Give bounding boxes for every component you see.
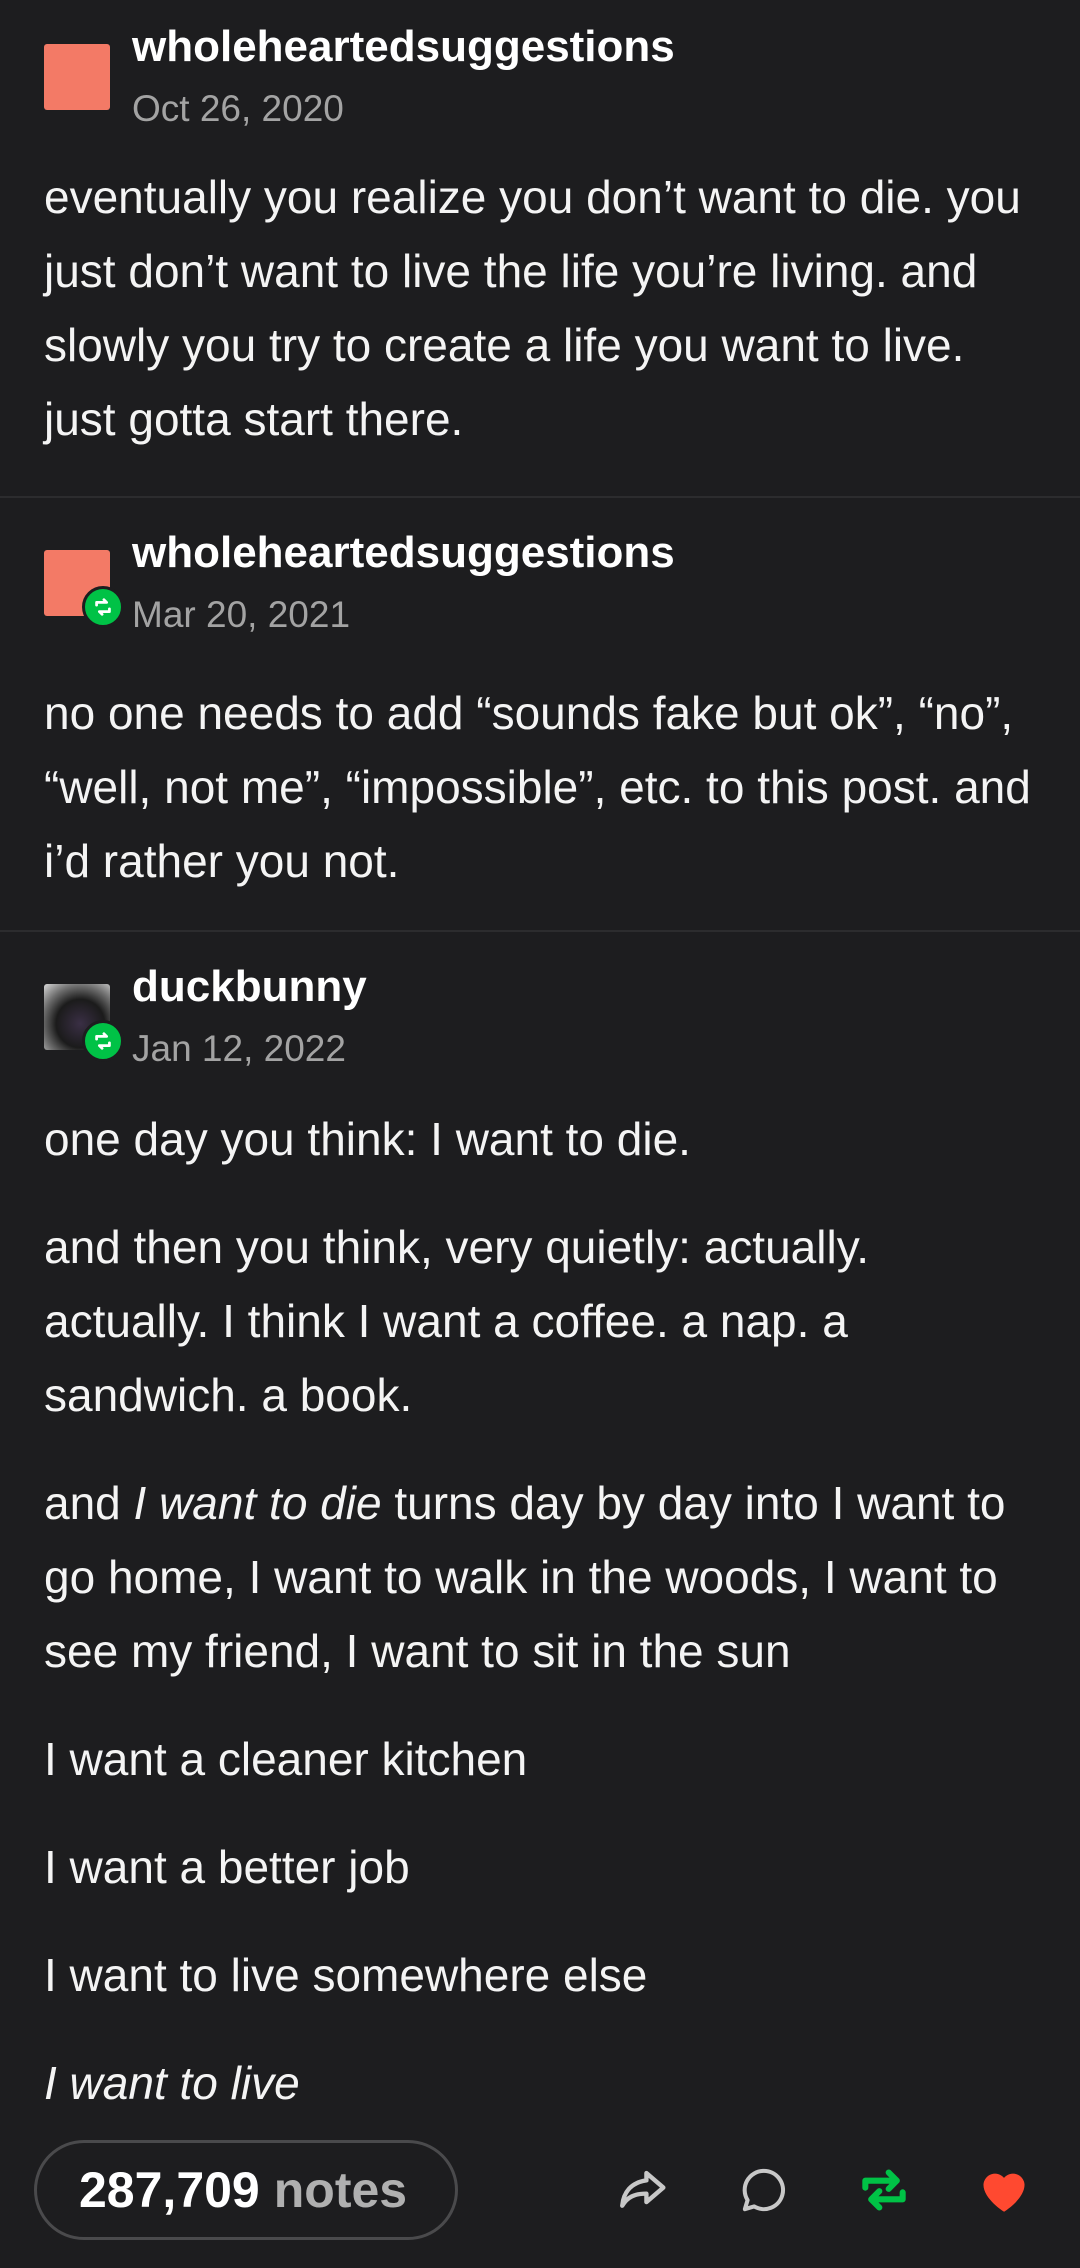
reblog-badge-icon	[82, 1020, 124, 1062]
post-original: wholeheartedsuggestions Oct 26, 2020 eve…	[0, 0, 1080, 498]
username[interactable]: duckbunny	[132, 962, 367, 1012]
italic-text: I want to live	[44, 2057, 300, 2109]
paragraph: I want to live somewhere else	[44, 1949, 648, 2001]
paragraph: I want a better job	[44, 1841, 410, 1893]
italic-text: I want to die	[133, 1477, 382, 1529]
reblog-icon[interactable]	[848, 2154, 920, 2226]
notes-button[interactable]: 287,709 notes	[34, 2140, 458, 2240]
post-reblog: duckbunny Jan 12, 2022 one day you think…	[0, 932, 1080, 2120]
paragraph: I want a cleaner kitchen	[44, 1733, 528, 1785]
reply-icon[interactable]	[728, 2154, 800, 2226]
post-reblog: wholeheartedsuggestions Mar 20, 2021 no …	[0, 498, 1080, 932]
post-body: one day you think: I want to die. and th…	[0, 1032, 1080, 2120]
paragraph: one day you think: I want to die.	[44, 1113, 691, 1165]
paragraph: I want to live	[44, 2046, 1036, 2120]
notes-label: notes	[273, 2162, 408, 2218]
paragraph: and I want to die turns day by day into …	[44, 1466, 1036, 1688]
post-date: Oct 26, 2020	[132, 88, 344, 129]
paragraph: eventually you realize you don’t want to…	[44, 171, 1021, 445]
text-span: and	[44, 1477, 134, 1529]
post-body: eventually you realize you don’t want to…	[0, 100, 1080, 456]
post-footer: 287,709 notes	[0, 2120, 1080, 2268]
reblog-badge-icon	[82, 586, 124, 628]
post-header: wholeheartedsuggestions Oct 26, 2020	[0, 0, 1080, 129]
post-body: no one needs to add “sounds fake but ok”…	[0, 598, 1080, 898]
username[interactable]: wholeheartedsuggestions	[132, 528, 675, 578]
post-header: duckbunny Jan 12, 2022	[0, 932, 1080, 1069]
notes-count: 287,709	[79, 2162, 260, 2218]
avatar[interactable]	[44, 44, 110, 110]
paragraph: no one needs to add “sounds fake but ok”…	[44, 687, 1031, 887]
post-date: Mar 20, 2021	[132, 594, 351, 635]
share-icon[interactable]	[608, 2154, 680, 2226]
paragraph: and then you think, very quietly: actual…	[44, 1221, 870, 1421]
like-icon[interactable]	[968, 2154, 1040, 2226]
post-header: wholeheartedsuggestions Mar 20, 2021	[0, 498, 1080, 635]
post-date: Jan 12, 2022	[132, 1028, 346, 1069]
username[interactable]: wholeheartedsuggestions	[132, 22, 675, 72]
